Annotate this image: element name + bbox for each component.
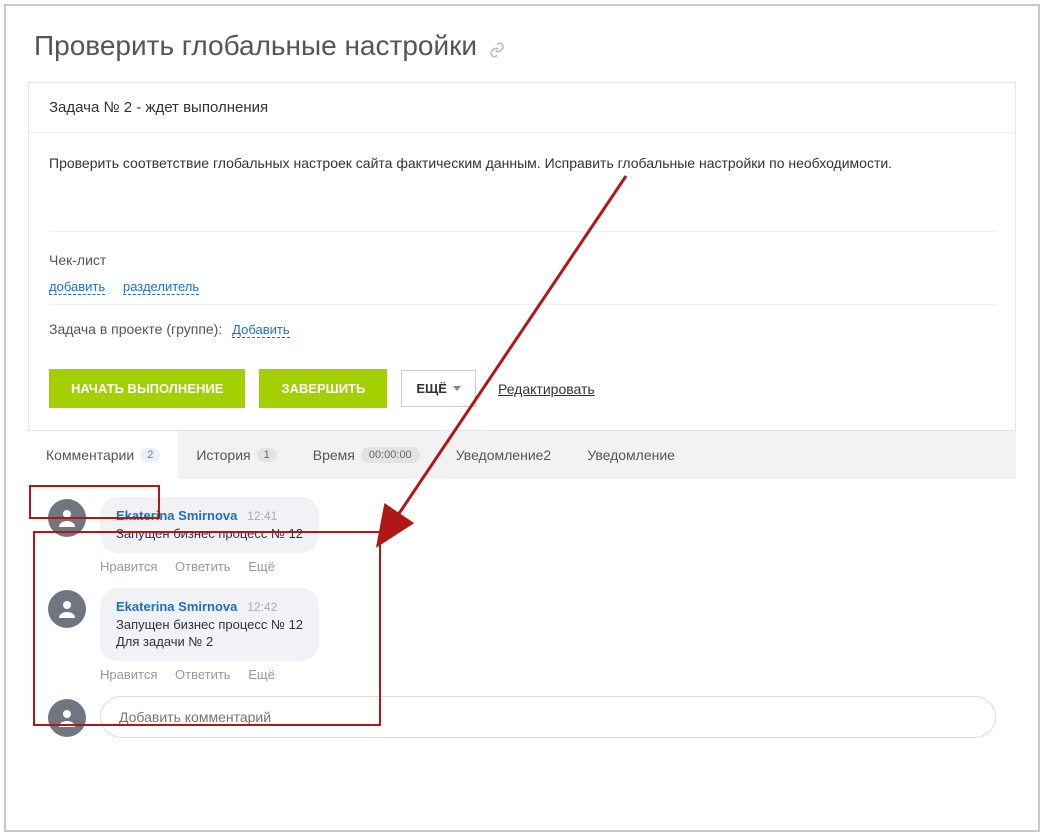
checklist-title: Чек-лист bbox=[49, 252, 995, 268]
tab-notify[interactable]: Уведомление bbox=[569, 431, 693, 479]
task-card: Задача № 2 - ждет выполнения Проверить с… bbox=[28, 82, 1016, 431]
tab-time-value: 00:00:00 bbox=[361, 447, 420, 463]
avatar bbox=[48, 699, 86, 737]
tab-history-label: История bbox=[196, 447, 250, 463]
comment-item: Ekaterina Smirnova 12:42 Запущен бизнес … bbox=[48, 588, 996, 661]
project-label: Задача в проекте (группе): bbox=[49, 321, 222, 337]
tab-comments-count: 2 bbox=[140, 448, 160, 462]
finish-button[interactable]: ЗАВЕРШИТЬ bbox=[259, 369, 387, 408]
more-action[interactable]: Ещё bbox=[248, 559, 275, 574]
project-row: Задача в проекте (группе): Добавить bbox=[29, 305, 1015, 359]
actions-row: НАЧАТЬ ВЫПОЛНЕНИЕ ЗАВЕРШИТЬ ЕЩЁ Редактир… bbox=[29, 359, 1015, 430]
add-comment-input[interactable] bbox=[100, 696, 996, 738]
comment-text: Запущен бизнес процесс № 12Для задачи № … bbox=[116, 616, 303, 651]
add-comment-row bbox=[48, 696, 996, 738]
chevron-down-icon bbox=[453, 386, 461, 391]
tab-history[interactable]: История 1 bbox=[178, 431, 294, 479]
start-button[interactable]: НАЧАТЬ ВЫПОЛНЕНИЕ bbox=[49, 369, 245, 408]
project-add-link[interactable]: Добавить bbox=[232, 322, 289, 338]
comment-time: 12:41 bbox=[247, 509, 277, 523]
comment-actions: Нравится Ответить Ещё bbox=[100, 667, 996, 682]
tab-notify2[interactable]: Уведомление2 bbox=[438, 431, 570, 479]
comment-author[interactable]: Ekaterina Smirnova bbox=[116, 508, 237, 523]
reply-action[interactable]: Ответить bbox=[175, 667, 231, 682]
reply-action[interactable]: Ответить bbox=[175, 559, 231, 574]
avatar bbox=[48, 499, 86, 537]
tabs-bar: Комментарии 2 История 1 Время 00:00:00 У… bbox=[28, 431, 1016, 479]
tab-comments-label: Комментарии bbox=[46, 447, 134, 463]
tab-notify2-label: Уведомление2 bbox=[456, 447, 552, 463]
link-icon[interactable] bbox=[489, 42, 505, 61]
comment-author[interactable]: Ekaterina Smirnova bbox=[116, 599, 237, 614]
checklist-add-link[interactable]: добавить bbox=[49, 279, 105, 295]
comment-bubble: Ekaterina Smirnova 12:41 Запущен бизнес … bbox=[100, 497, 319, 553]
comments-area: Ekaterina Smirnova 12:41 Запущен бизнес … bbox=[28, 479, 1016, 758]
task-status: Задача № 2 - ждет выполнения bbox=[29, 83, 1015, 133]
tab-time[interactable]: Время 00:00:00 bbox=[295, 431, 438, 479]
more-action[interactable]: Ещё bbox=[248, 667, 275, 682]
comment-item: Ekaterina Smirnova 12:41 Запущен бизнес … bbox=[48, 497, 996, 553]
comment-time: 12:42 bbox=[247, 600, 277, 614]
checklist-section: Чек-лист добавить разделитель bbox=[29, 232, 1015, 304]
tab-time-label: Время bbox=[313, 447, 355, 463]
more-button[interactable]: ЕЩЁ bbox=[401, 370, 476, 407]
page-title: Проверить глобальные настройки bbox=[34, 30, 477, 62]
comment-bubble: Ekaterina Smirnova 12:42 Запущен бизнес … bbox=[100, 588, 319, 661]
avatar bbox=[48, 590, 86, 628]
checklist-separator-link[interactable]: разделитель bbox=[123, 279, 199, 295]
more-button-label: ЕЩЁ bbox=[416, 381, 447, 396]
comment-text: Запущен бизнес процесс № 12 bbox=[116, 525, 303, 543]
like-action[interactable]: Нравится bbox=[100, 559, 157, 574]
comment-actions: Нравится Ответить Ещё bbox=[100, 559, 996, 574]
like-action[interactable]: Нравится bbox=[100, 667, 157, 682]
edit-link[interactable]: Редактировать bbox=[498, 381, 595, 397]
tab-history-count: 1 bbox=[257, 448, 277, 462]
task-description: Проверить соответствие глобальных настро… bbox=[29, 133, 1015, 231]
tab-comments[interactable]: Комментарии 2 bbox=[28, 431, 178, 479]
tab-notify-label: Уведомление bbox=[587, 447, 675, 463]
